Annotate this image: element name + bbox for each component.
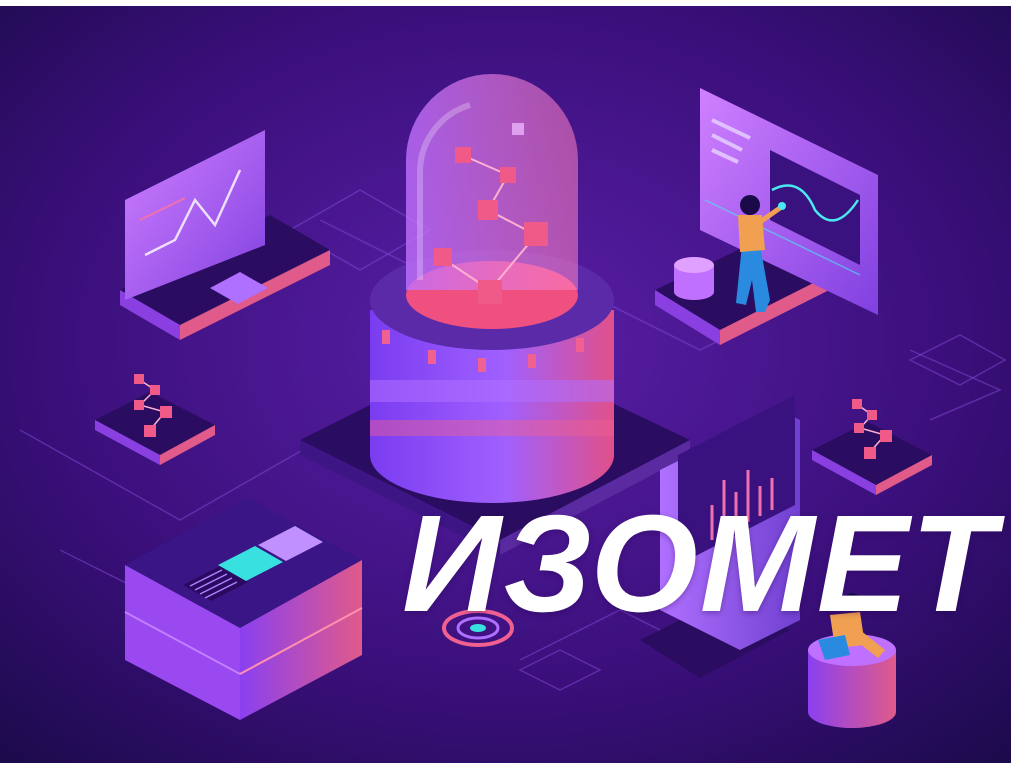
top-border <box>0 0 1011 6</box>
scene-illustration <box>0 0 1011 763</box>
database-icon <box>674 257 714 300</box>
glass-dome-icon <box>406 74 578 290</box>
headline-text: ИЗОМЕТ <box>402 487 998 641</box>
isometric-illustration: ИЗОМЕТ <box>0 0 1011 763</box>
